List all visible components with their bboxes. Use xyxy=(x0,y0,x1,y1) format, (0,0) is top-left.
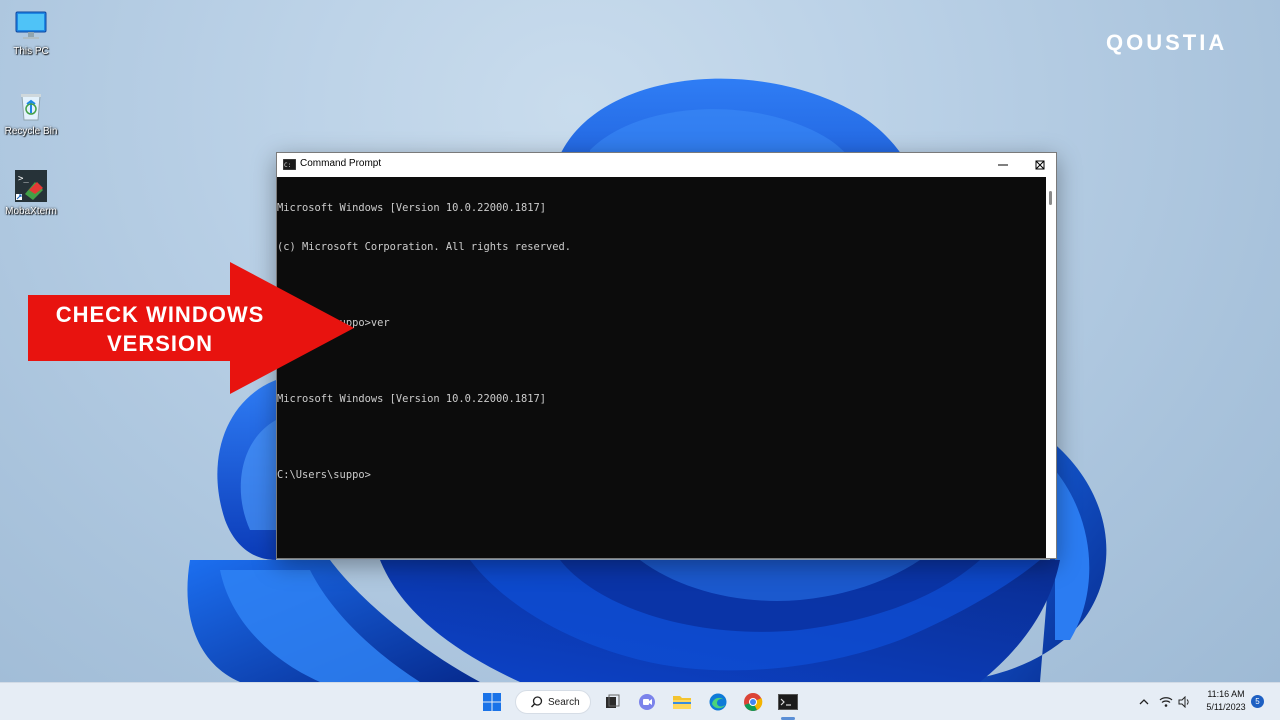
edge-icon xyxy=(709,693,727,711)
console-line: Microsoft Windows [Version 10.0.22000.18… xyxy=(277,202,546,215)
file-explorer-button[interactable] xyxy=(669,689,695,715)
callout-text: CHECK WINDOWS VERSION xyxy=(32,300,288,358)
teams-chat-icon xyxy=(639,694,655,710)
chrome-button[interactable] xyxy=(740,689,766,715)
edge-button[interactable] xyxy=(705,689,731,715)
desktop-icon-label: This PC xyxy=(13,46,49,57)
desktop-icon-recycle-bin[interactable]: Recycle Bin xyxy=(2,88,60,137)
clock-time: 11:16 AM xyxy=(1207,689,1245,699)
window-titlebar[interactable]: C: Command Prompt xyxy=(277,153,1056,177)
start-button[interactable] xyxy=(479,689,505,715)
command-prompt-icon: C: xyxy=(283,159,296,170)
console-line: C:\Users\suppo>ver xyxy=(277,317,1047,330)
file-explorer-icon xyxy=(673,696,691,709)
brand-watermark: QOUSTIA xyxy=(1106,30,1228,55)
svg-text:C:: C: xyxy=(284,162,291,169)
clock-date: 5/11/2023 xyxy=(1206,702,1246,712)
command-prompt-window[interactable]: C: Command Prompt Microsoft Windows [Ver… xyxy=(276,152,1057,559)
speaker-icon xyxy=(1178,696,1189,708)
taskbar: Search 11:16 AM 5/11/2023 5 xyxy=(0,682,1280,720)
console-line: (c) Microsoft Corporation. All rights re… xyxy=(277,240,572,253)
clock[interactable]: 11:16 AM 5/11/2023 xyxy=(1200,688,1252,714)
console-line: Microsoft Windows [Version 10.0.22000.18… xyxy=(277,392,546,405)
taskbar-search-box[interactable]: Search xyxy=(515,690,591,714)
command-prompt-icon xyxy=(778,694,798,710)
search-icon xyxy=(530,696,543,708)
recycle-bin-icon xyxy=(21,94,41,121)
close-icon xyxy=(1035,160,1045,170)
close-button[interactable] xyxy=(1021,153,1059,177)
callout-line: CHECK WINDOWS xyxy=(55,302,265,327)
desktop-icon-mobaxterm[interactable]: >_ MobaXterm xyxy=(2,168,60,217)
console-scrollbar[interactable] xyxy=(1046,177,1056,558)
minimize-button[interactable] xyxy=(984,153,1022,177)
svg-text:>_: >_ xyxy=(18,174,29,184)
task-view-icon xyxy=(606,694,620,708)
desktop: This PC Recycle Bin >_ MobaXterm QOUSTIA… xyxy=(0,0,1280,682)
desktop-icon-label: MobaXterm xyxy=(5,206,57,217)
chevron-up-icon xyxy=(1139,699,1149,705)
callout-line: VERSION xyxy=(106,331,214,356)
command-prompt-taskbar-button[interactable] xyxy=(775,689,801,715)
desktop-icon-this-pc[interactable]: This PC xyxy=(2,8,60,57)
scrollbar-thumb[interactable] xyxy=(1049,191,1052,205)
minimize-icon xyxy=(998,164,1008,166)
window-title: Command Prompt xyxy=(300,158,382,169)
notification-badge[interactable]: 5 xyxy=(1251,695,1264,708)
console-output[interactable]: Microsoft Windows [Version 10.0.22000.18… xyxy=(277,177,1047,558)
chat-button[interactable] xyxy=(634,689,660,715)
console-prompt-line[interactable]: C:\Users\suppo> xyxy=(277,469,1047,482)
task-view-button[interactable] xyxy=(599,689,625,715)
search-label: Search xyxy=(548,696,580,708)
volume-button[interactable] xyxy=(1171,689,1197,715)
chrome-icon xyxy=(744,693,763,711)
windows-start-icon xyxy=(483,693,501,711)
mobaxterm-icon: >_ xyxy=(15,170,47,202)
desktop-icon-label: Recycle Bin xyxy=(4,126,58,137)
monitor-icon xyxy=(15,11,47,39)
